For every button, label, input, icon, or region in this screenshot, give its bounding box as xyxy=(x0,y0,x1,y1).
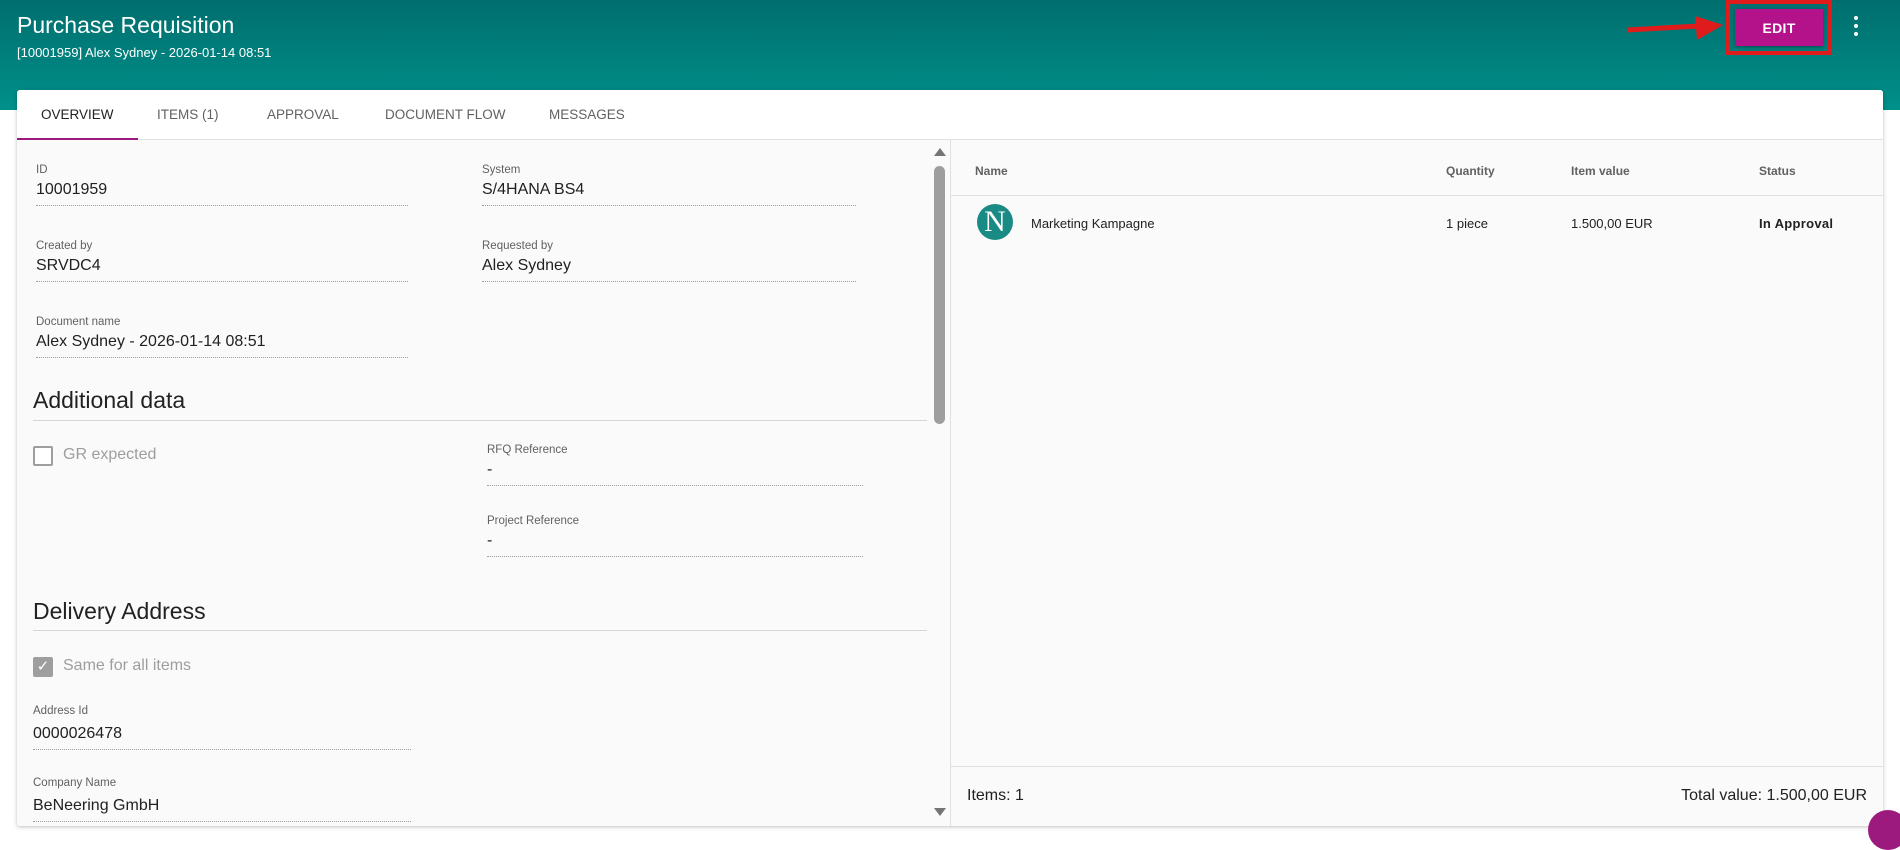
column-header-status: Status xyxy=(1759,164,1796,178)
more-vert-icon[interactable] xyxy=(1849,12,1863,42)
system-label: System xyxy=(482,164,521,176)
document-name-value: Alex Sydney - 2026-01-14 08:51 xyxy=(36,333,408,358)
section-divider xyxy=(33,630,927,631)
company-name-label: Company Name xyxy=(33,777,117,789)
section-divider xyxy=(33,420,927,421)
item-quantity: 1 piece xyxy=(1446,216,1488,231)
item-value: 1.500,00 EUR xyxy=(1571,216,1653,231)
system-value: S/4HANA BS4 xyxy=(482,181,856,206)
vertical-scrollbar[interactable] xyxy=(931,140,947,826)
tab-items[interactable]: ITEMS (1) xyxy=(133,90,243,140)
table-header-divider xyxy=(951,195,1883,196)
scroll-up-icon[interactable] xyxy=(934,148,946,156)
project-reference-label: Project Reference xyxy=(487,515,580,527)
scroll-down-icon[interactable] xyxy=(934,808,946,816)
chat-launcher-icon[interactable] xyxy=(1868,810,1900,850)
requested-by-label: Requested by xyxy=(482,240,553,252)
tab-messages[interactable]: MESSAGES xyxy=(525,90,649,140)
tab-approval[interactable]: APPROVAL xyxy=(243,90,363,140)
scrollbar-thumb[interactable] xyxy=(934,166,945,424)
tab-overview[interactable]: OVERVIEW xyxy=(17,90,138,140)
rfq-reference-value: - xyxy=(487,461,863,486)
item-name: Marketing Kampagne xyxy=(1031,216,1155,231)
column-header-item-value: Item value xyxy=(1571,164,1630,178)
column-header-name: Name xyxy=(975,164,1008,178)
tab-bar: OVERVIEW ITEMS (1) APPROVAL DOCUMENT FLO… xyxy=(17,90,1883,140)
gr-expected-label: GR expected xyxy=(63,446,157,463)
items-footer: Items: 1 Total value: 1.500,00 EUR xyxy=(951,766,1883,826)
address-id-value: 0000026478 xyxy=(33,725,411,750)
id-value: 10001959 xyxy=(36,181,408,206)
document-card: OVERVIEW ITEMS (1) APPROVAL DOCUMENT FLO… xyxy=(17,90,1883,826)
same-for-all-items-checkbox[interactable]: ✓ xyxy=(33,657,53,677)
overview-pane: ID 10001959 System S/4HANA BS4 Created b… xyxy=(17,140,951,826)
edit-button[interactable]: EDIT xyxy=(1735,9,1823,46)
created-by-label: Created by xyxy=(36,240,93,252)
address-id-label: Address Id xyxy=(33,705,88,717)
column-header-quantity: Quantity xyxy=(1446,164,1495,178)
tab-document-flow[interactable]: DOCUMENT FLOW xyxy=(361,90,530,140)
created-by-value: SRVDC4 xyxy=(36,257,408,282)
items-summary-pane: Name Quantity Item value Status N Market… xyxy=(951,140,1883,826)
document-name-label: Document name xyxy=(36,316,121,328)
rfq-reference-label: RFQ Reference xyxy=(487,444,568,456)
gr-expected-checkbox[interactable] xyxy=(33,446,53,466)
arrow-icon xyxy=(1626,16,1723,40)
company-name-value: BeNeering GmbH xyxy=(33,797,411,822)
requested-by-value: Alex Sydney xyxy=(482,257,856,282)
total-value: Total value: 1.500,00 EUR xyxy=(1681,787,1867,804)
page-title: Purchase Requisition xyxy=(17,12,235,38)
project-reference-value: - xyxy=(487,532,863,557)
delivery-address-heading: Delivery Address xyxy=(33,598,206,624)
item-logo-icon: N xyxy=(977,204,1013,240)
id-label: ID xyxy=(36,164,48,176)
page-subtitle: [10001959] Alex Sydney - 2026-01-14 08:5… xyxy=(17,45,272,60)
status-badge: In Approval xyxy=(1759,216,1834,231)
items-count: Items: 1 xyxy=(967,787,1024,804)
additional-data-heading: Additional data xyxy=(33,387,186,413)
same-for-all-items-label: Same for all items xyxy=(63,657,192,674)
